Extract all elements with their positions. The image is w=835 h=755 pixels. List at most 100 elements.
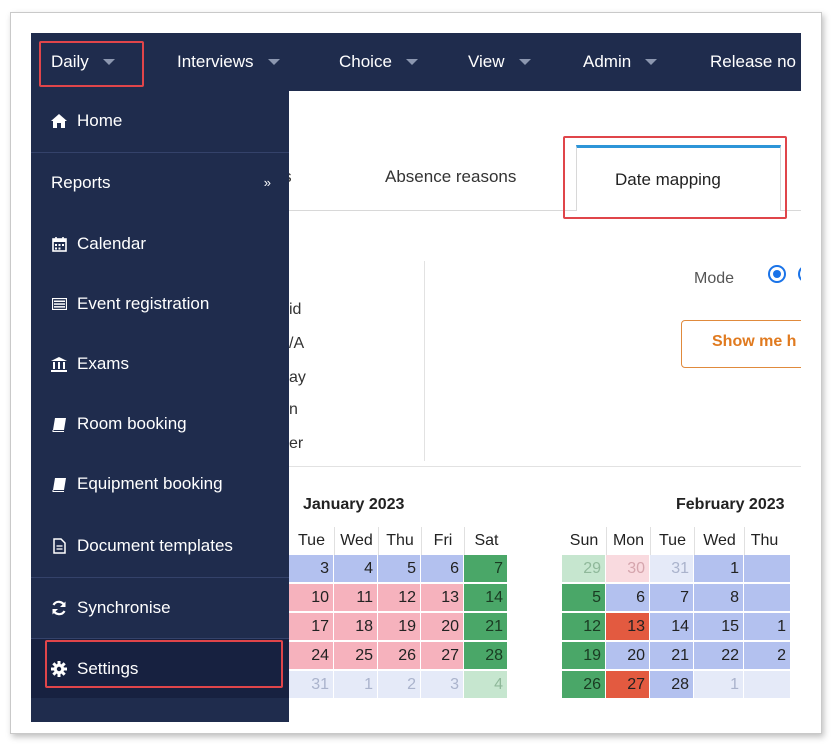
nav-choice[interactable]: Choice: [339, 33, 418, 91]
list-icon: [51, 296, 67, 312]
calendar-day-cell[interactable]: 2: [378, 671, 421, 699]
calendar-day-cell[interactable]: 12: [378, 584, 421, 612]
calendar-day-cell[interactable]: 8: [694, 584, 744, 612]
show-me-button[interactable]: Show me h: [681, 320, 801, 368]
calendar-day-cell[interactable]: 21: [464, 613, 508, 641]
calendar-day-cell[interactable]: 13: [606, 613, 650, 641]
mode-radio[interactable]: [798, 265, 801, 283]
calendar-day-cell[interactable]: 28: [650, 671, 694, 699]
calendar-day-cell[interactable]: 30: [606, 555, 650, 583]
calendar-day-cell[interactable]: 13: [421, 584, 464, 612]
legend-item: ay: [289, 369, 306, 386]
calendar-day-cell[interactable]: 3: [421, 671, 464, 699]
menu-item-event-registration[interactable]: Event registration: [31, 274, 289, 334]
calendar-day-cell[interactable]: 1: [694, 671, 744, 699]
calendar-day-cell[interactable]: 2: [744, 642, 791, 670]
nav-admin-label: Admin: [583, 52, 632, 71]
calendar-icon: [51, 236, 67, 252]
calendar-day-cell[interactable]: 14: [464, 584, 508, 612]
menu-item-home[interactable]: Home: [31, 91, 289, 151]
calendar-day-cell[interactable]: 25: [334, 642, 378, 670]
nav-admin[interactable]: Admin: [583, 33, 658, 91]
calendar-day-cell[interactable]: 29: [562, 555, 606, 583]
calendar-day-cell[interactable]: 7: [650, 584, 694, 612]
nav-view[interactable]: View: [468, 33, 531, 91]
calendar-day-cell[interactable]: 4: [334, 555, 378, 583]
calendar-day-cell[interactable]: [744, 584, 791, 612]
tab-date-mapping[interactable]: Date mapping: [576, 145, 781, 211]
calendar-day-cell[interactable]: 6: [421, 555, 464, 583]
calendar-day-cell[interactable]: 4: [464, 671, 508, 699]
calendar-day-cell[interactable]: [744, 555, 791, 583]
calendar-day-cell[interactable]: 31: [650, 555, 694, 583]
mode-label: Mode: [694, 270, 735, 287]
menu-item-label: Home: [77, 111, 123, 130]
section-divider: [281, 466, 801, 467]
calendar-day-cell[interactable]: 5: [378, 555, 421, 583]
chevron-down-icon: [267, 59, 280, 65]
menu-item-reports[interactable]: Reports »: [31, 152, 289, 212]
calendar-day-cell[interactable]: 19: [562, 642, 606, 670]
menu-item-document-templates[interactable]: Document templates: [31, 516, 289, 576]
chevron-down-icon: [405, 59, 418, 65]
calendar-day-cell[interactable]: 18: [334, 613, 378, 641]
calendar-day-cell[interactable]: 7: [464, 555, 508, 583]
calendar-day-cell[interactable]: 1: [694, 555, 744, 583]
nav-daily[interactable]: Daily: [51, 33, 115, 91]
calendar-day-cell[interactable]: 27: [606, 671, 650, 699]
mode-radio-selected[interactable]: [768, 265, 786, 283]
tab-date-mapping-label: Date mapping: [615, 170, 721, 189]
nav-choice-label: Choice: [339, 52, 392, 71]
calendar-day-cell[interactable]: 24: [289, 642, 334, 670]
nav-daily-label: Daily: [51, 52, 89, 71]
weekday-label: Sun: [569, 532, 599, 549]
nav-interviews[interactable]: Interviews: [177, 33, 280, 91]
calendar-day-cell[interactable]: 5: [562, 584, 606, 612]
menu-item-exams[interactable]: Exams: [31, 334, 289, 394]
calendar-day-cell[interactable]: 27: [421, 642, 464, 670]
menu-item-label: Calendar: [77, 234, 146, 253]
calendar-day-cell[interactable]: 26: [562, 671, 606, 699]
institution-icon: [51, 356, 67, 372]
nav-release-notes[interactable]: Release no: [710, 33, 796, 91]
calendar-day-cell[interactable]: [744, 671, 791, 699]
app-viewport: Daily Interviews Choice View Admin Relea…: [31, 33, 801, 722]
menu-item-calendar[interactable]: Calendar: [31, 214, 289, 274]
calendar-day-cell[interactable]: 6: [606, 584, 650, 612]
weekday-label: Thu: [378, 527, 421, 555]
menu-item-label: Synchronise: [77, 597, 171, 617]
weekday-label: Thu: [744, 527, 784, 555]
calendar-day-cell[interactable]: 26: [378, 642, 421, 670]
calendar-day-cell[interactable]: 12: [562, 613, 606, 641]
menu-item-label: Settings: [77, 658, 139, 678]
gear-icon: [51, 660, 67, 677]
calendar-day-cell[interactable]: 11: [334, 584, 378, 612]
calendar-day-cell[interactable]: 1: [334, 671, 378, 699]
menu-item-equipment-booking[interactable]: Equipment booking: [31, 454, 289, 514]
calendar-day-cell[interactable]: 15: [694, 613, 744, 641]
calendar-day-cell[interactable]: 19: [378, 613, 421, 641]
calendar-day-cell[interactable]: 14: [650, 613, 694, 641]
calendar-day-cell[interactable]: 1: [744, 613, 791, 641]
menu-item-synchronise[interactable]: Synchronise: [31, 577, 289, 637]
menu-item-room-booking[interactable]: Room booking: [31, 394, 289, 454]
calendar-day-cell[interactable]: 10: [289, 584, 334, 612]
book-icon: [51, 416, 67, 432]
calendar-day-cell[interactable]: 22: [694, 642, 744, 670]
february-weekday-header: Sun Mon Tue Wed Thu: [562, 527, 784, 555]
legend-item: /A: [289, 335, 305, 352]
weekday-label: Tue: [298, 532, 325, 549]
calendar-day-cell[interactable]: 3: [289, 555, 334, 583]
calendar-day-cell[interactable]: 21: [650, 642, 694, 670]
chevron-right-icon: »: [263, 175, 271, 190]
january-weekday-header: Tue Wed Thu Fri Sat: [289, 527, 508, 555]
calendar-day-cell[interactable]: 20: [606, 642, 650, 670]
calendar-day-cell[interactable]: 28: [464, 642, 508, 670]
weekday-label: Wed: [334, 527, 378, 555]
top-navbar: Daily Interviews Choice View Admin Relea…: [31, 33, 801, 91]
calendar-day-cell[interactable]: 17: [289, 613, 334, 641]
calendar-day-cell[interactable]: 20: [421, 613, 464, 641]
calendar-day-cell[interactable]: 31: [289, 671, 334, 699]
menu-item-settings[interactable]: Settings: [31, 638, 289, 698]
tab-absence-reasons[interactable]: Absence reasons: [385, 167, 516, 187]
